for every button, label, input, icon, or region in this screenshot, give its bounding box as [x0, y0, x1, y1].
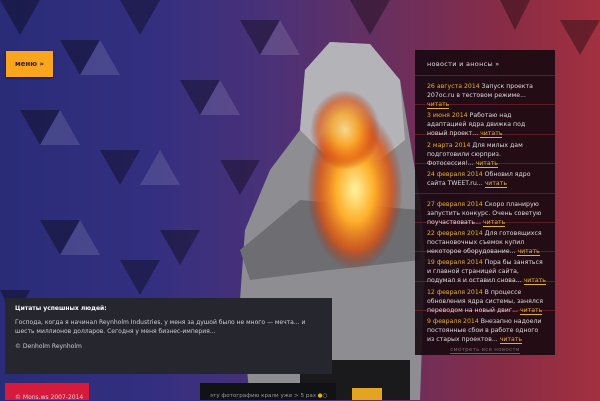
read-more-link[interactable]: читать: [523, 277, 546, 286]
read-more-link[interactable]: читать: [482, 218, 506, 227]
read-more-link[interactable]: читать: [475, 159, 498, 168]
info-icon[interactable]: ●○: [318, 393, 328, 399]
news-date: 9 февраля 2014: [427, 318, 479, 326]
read-more-link[interactable]: читать: [517, 247, 540, 256]
news-date: 2 марта 2014: [427, 141, 471, 149]
news-date: 26 августа 2014: [427, 83, 480, 90]
photo-note-text: эту фотографию крали уже > 5 раз: [210, 393, 316, 399]
news-date: 27 февраля 2014: [427, 200, 483, 208]
news-date: 3 июня 2014: [427, 112, 468, 120]
read-more-link[interactable]: читать: [519, 306, 543, 315]
news-date: 19 февраля 2014: [427, 259, 483, 267]
news-date: 22 февраля 2014: [427, 229, 483, 237]
all-news-link[interactable]: смотреть все новости: [450, 346, 520, 354]
news-item: 22 февраля 2014 Для готовящихся постанов…: [415, 223, 555, 256]
menu-button[interactable]: меню »: [6, 51, 53, 77]
read-more-link[interactable]: читать: [484, 180, 507, 189]
news-panel: новости и анонсы » 26 августа 2014 Запус…: [415, 50, 555, 355]
news-item: 24 февраля 2014 Обновил ядро сайта TWEET…: [415, 164, 555, 194]
news-date: 12 февраля 2014: [427, 288, 483, 296]
news-item: 9 февраля 2014 Внезапно надоели постоянн…: [415, 311, 555, 345]
quote-author: © Denholm Reynholm: [15, 343, 82, 350]
news-item: 27 февраля 2014 Скоро планирую запустить…: [415, 194, 555, 227]
read-more-link[interactable]: читать: [427, 101, 450, 109]
news-item: 3 июня 2014 Работаю над адаптацией ядра …: [415, 105, 555, 139]
quote-title: Цитаты успешных людей:: [15, 305, 107, 312]
read-more-link[interactable]: читать: [480, 130, 503, 139]
quote-box: Цитаты успешных людей: Господа, когда я …: [5, 298, 332, 374]
news-item: 2 марта 2014 Для милых дам подготовили с…: [415, 135, 555, 168]
news-item: 26 августа 2014 Запуск проекта 207ос.ru …: [415, 76, 555, 109]
news-panel-title[interactable]: новости и анонсы »: [415, 50, 555, 76]
news-item: 12 февраля 2014 В процессе обновления яд…: [415, 282, 555, 315]
news-item: 19 февраля 2014 Пора бы заняться и главн…: [415, 252, 555, 286]
read-more-link[interactable]: читать: [499, 336, 523, 345]
photo-note: эту фотографию крали уже > 5 раз ●○: [200, 383, 336, 400]
quote-text: Господа, когда я начинал Reynholm Indust…: [15, 319, 306, 335]
copyright-badge: © Mons.ws 2007-2014: [5, 383, 89, 401]
news-date: 24 февраля 2014: [427, 171, 483, 179]
